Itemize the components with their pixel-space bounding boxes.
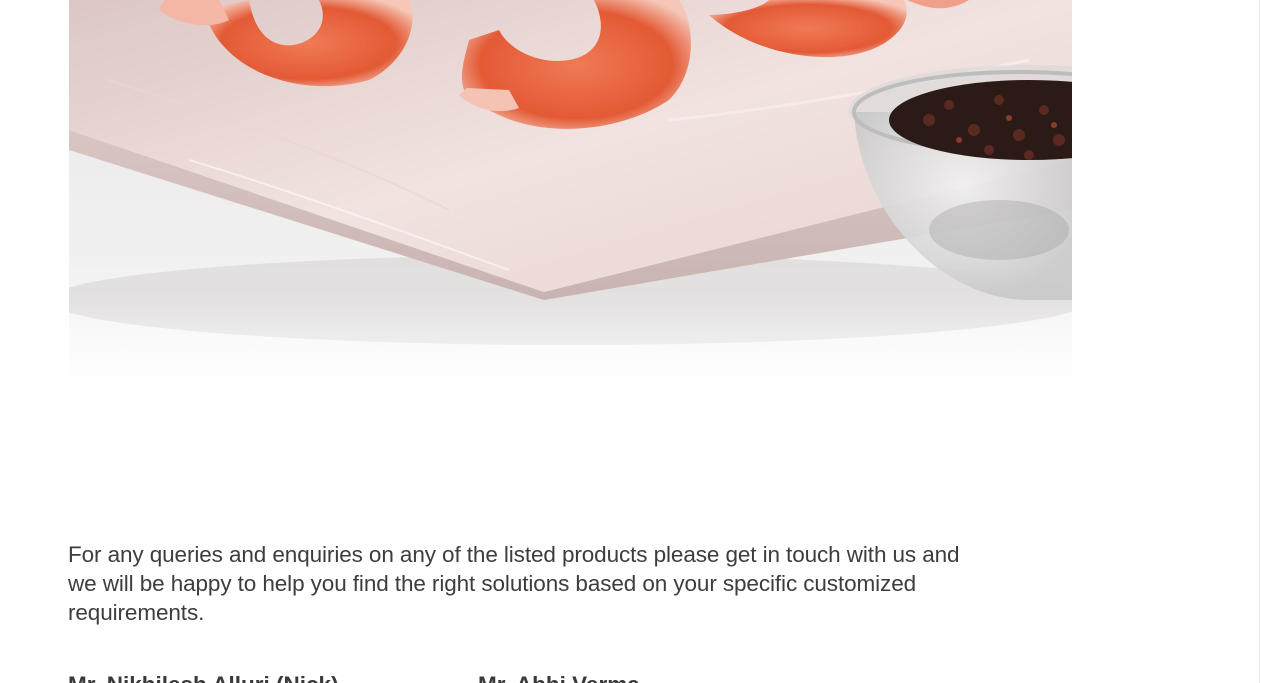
- page: For any queries and enquiries on any of …: [0, 0, 1261, 683]
- shrimp-photo-illustration: [69, 0, 1072, 420]
- shrimp-product-image: [69, 0, 1072, 420]
- enquiry-message: For any queries and enquiries on any of …: [68, 542, 960, 625]
- contact-name-abhi: Mr. Abhi Verma: [478, 670, 640, 683]
- contact-name-nikhilesh: Mr. Nikhilesh Alluri (Nick): [68, 670, 338, 683]
- page-right-border: [1259, 0, 1260, 683]
